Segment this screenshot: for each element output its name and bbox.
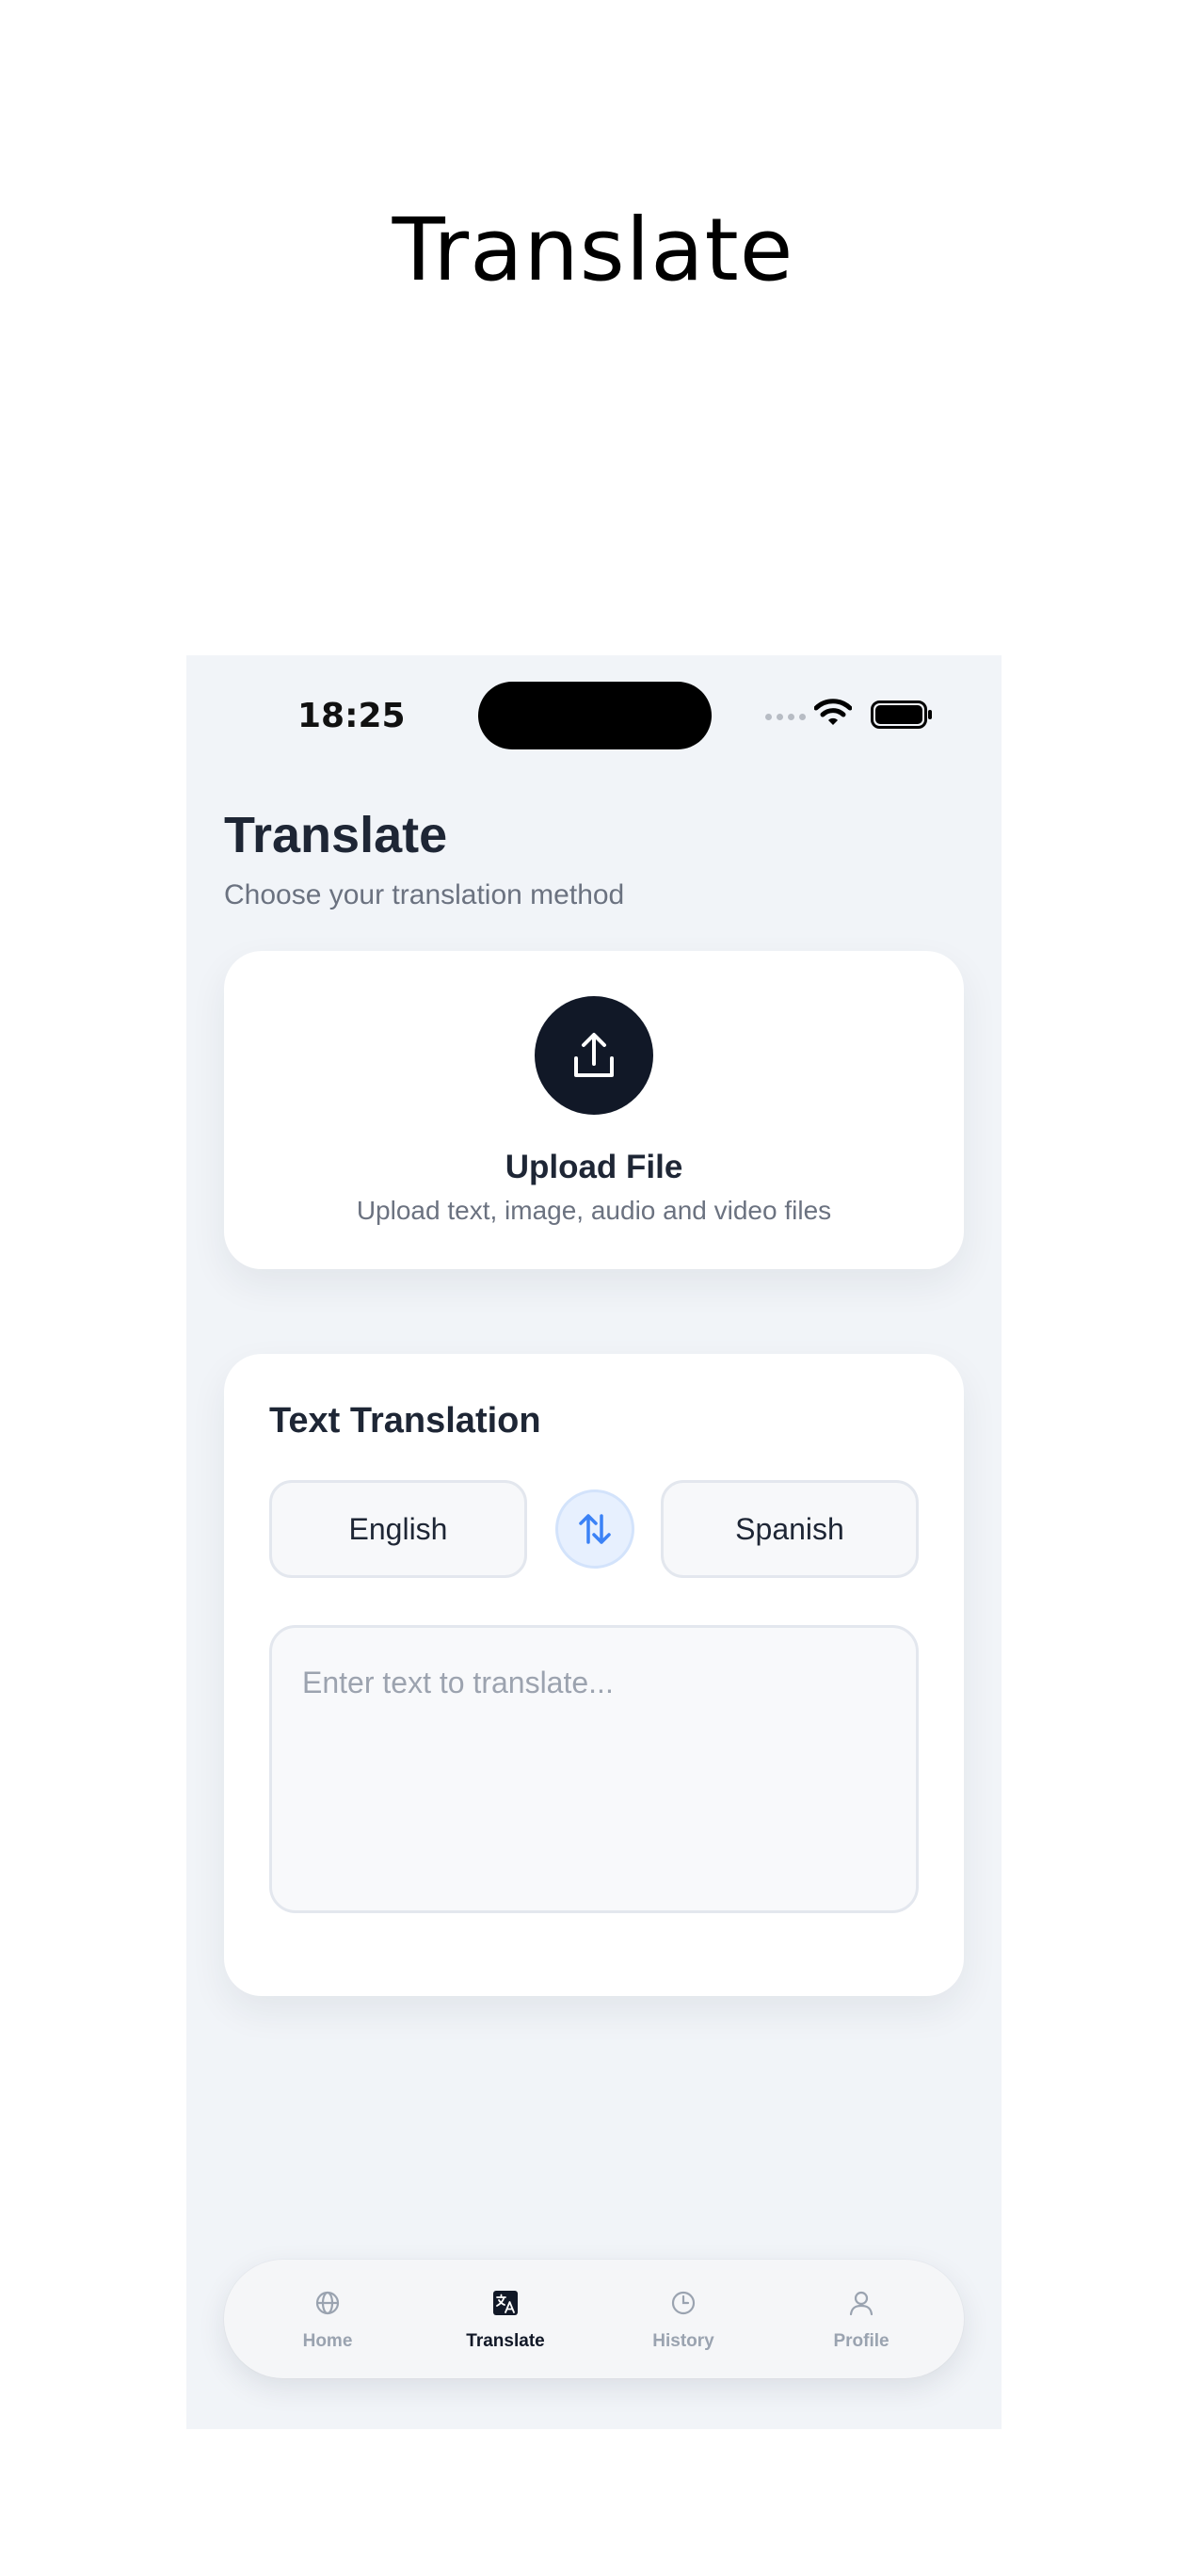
upload-title: Upload File [505, 1149, 683, 1185]
source-language-button[interactable]: English [269, 1480, 527, 1578]
clock-icon [671, 2291, 696, 2315]
target-language-button[interactable]: Spanish [661, 1480, 919, 1578]
upload-description: Upload text, image, audio and video file… [356, 1196, 832, 1225]
text-translation-card: Text Translation English Spanish [224, 1354, 964, 1996]
tab-bar: Home Translate History Profile [224, 2260, 964, 2378]
text-translation-title: Text Translation [269, 1401, 541, 1441]
signal-dots-icon [765, 714, 806, 720]
user-icon [849, 2291, 873, 2316]
battery-icon [871, 700, 932, 729]
page-title: Translate [224, 807, 448, 863]
upload-button[interactable] [535, 996, 653, 1115]
tab-home[interactable]: Home [262, 2260, 393, 2378]
wifi-icon [814, 699, 852, 725]
tab-history-label: History [652, 2331, 714, 2351]
upload-file-card[interactable]: Upload File Upload text, image, audio an… [224, 951, 964, 1269]
hero-title: Translate [392, 200, 794, 300]
tab-translate[interactable]: Translate [440, 2260, 571, 2378]
tab-profile-label: Profile [833, 2331, 890, 2351]
tab-profile[interactable]: Profile [795, 2260, 927, 2378]
status-time: 18:25 [297, 697, 406, 735]
swap-arrows-icon [579, 1514, 611, 1544]
phone-screen: 18:25 Translate Choose your translation … [186, 655, 1002, 2429]
upload-icon [574, 1033, 614, 1077]
tab-history[interactable]: History [617, 2260, 749, 2378]
status-icons [765, 699, 954, 729]
translate-text-input[interactable] [269, 1625, 919, 1913]
translate-icon [493, 2291, 518, 2315]
page-subtitle: Choose your translation method [224, 879, 625, 910]
tab-home-label: Home [302, 2331, 353, 2351]
swap-languages-button[interactable] [555, 1489, 634, 1569]
dynamic-island [478, 682, 712, 749]
tab-translate-label: Translate [466, 2331, 545, 2351]
globe-icon [315, 2291, 340, 2315]
